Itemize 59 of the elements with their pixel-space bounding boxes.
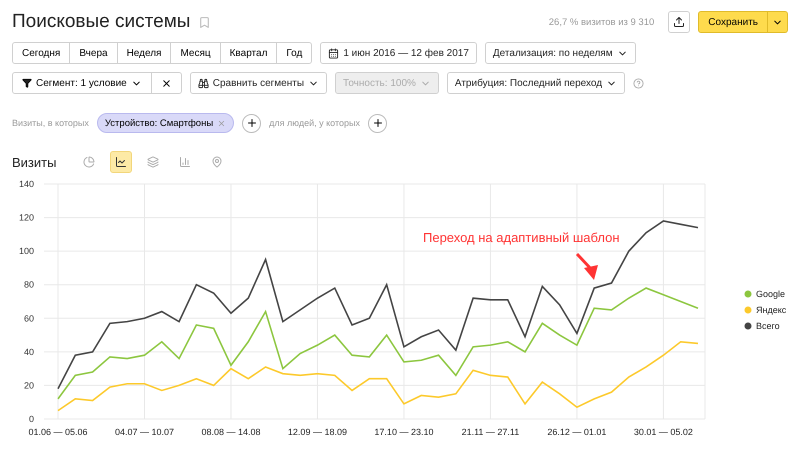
filter-icon [22, 78, 32, 88]
period-button[interactable]: Год [276, 42, 312, 64]
y-axis-label: 140 [18, 179, 34, 189]
period-button[interactable]: Неделя [116, 42, 172, 64]
export-button[interactable] [668, 11, 690, 33]
y-axis-label: 100 [18, 246, 34, 256]
compare-segments-dropdown[interactable]: Сравнить сегменты [190, 72, 328, 94]
period-button[interactable]: Квартал [220, 42, 278, 64]
map-pin-icon [211, 156, 224, 168]
chart-area-icon [147, 156, 160, 168]
x-axis-label: 21.11 — 27.11 [462, 427, 520, 437]
period-button[interactable]: Месяц [170, 42, 221, 64]
calendar-icon [328, 48, 340, 58]
x-axis-label: 30.01 — 05.02 [634, 427, 693, 437]
date-range-button[interactable]: 1 июн 2016 — 12 фев 2017 [320, 42, 477, 64]
segment-dropdown[interactable]: Сегмент: 1 условие [12, 72, 152, 94]
x-axis-label: 26.12 — 01.01 [547, 427, 606, 437]
help-icon[interactable] [633, 78, 644, 88]
y-axis-label: 60 [24, 313, 34, 324]
legend-label[interactable]: Google [756, 289, 786, 299]
x-axis-label: 08.08 — 14.08 [201, 427, 260, 437]
close-icon [217, 118, 226, 128]
visits-share-text: 26,7 % визитов из 9 310 [548, 16, 654, 28]
detail-dropdown[interactable]: Детализация: по неделям [484, 42, 636, 64]
save-button[interactable]: Сохранить [698, 11, 768, 33]
chart-type-button[interactable] [110, 151, 132, 173]
period-button[interactable]: Вчера [69, 42, 118, 64]
annotation-arrow [576, 252, 598, 280]
add-condition-button[interactable] [242, 114, 262, 132]
legend-label[interactable]: Яндекс [756, 305, 786, 315]
x-axis-label: 01.06 — 05.06 [28, 427, 88, 437]
legend-label[interactable]: Всего [756, 321, 780, 331]
y-axis-label: 120 [18, 212, 34, 223]
section-title: Визиты [12, 154, 56, 170]
attribution-dropdown[interactable]: Атрибуция: Последний переход [446, 72, 626, 94]
y-axis-label: 80 [24, 280, 34, 290]
filter-chip[interactable]: Устройство: Смартфоны [96, 113, 234, 133]
chart-pie-icon [83, 156, 96, 168]
plus-icon [246, 117, 258, 129]
chart-line-icon [115, 156, 128, 168]
upload-icon [673, 16, 686, 28]
chart-bar-icon [179, 156, 192, 168]
filter-prefix-text: Визиты, в которых [12, 118, 89, 128]
add-people-condition-button[interactable] [368, 114, 387, 132]
page-title: Поисковые системы [12, 11, 190, 33]
plus-icon [372, 117, 384, 129]
y-axis-label: 20 [24, 380, 34, 390]
people-filter-text: для людей, у которых [269, 118, 360, 128]
save-menu-button[interactable] [768, 11, 788, 33]
x-axis-label: 17.10 — 23.10 [374, 427, 434, 437]
x-axis-label: 04.07 — 10.07 [114, 427, 174, 437]
binoculars-icon [198, 78, 209, 88]
annotation-text: Переход на адаптивный шаблон [423, 230, 620, 245]
y-axis-label: 0 [28, 414, 34, 424]
close-icon [160, 78, 172, 88]
clear-segment-button[interactable] [150, 72, 182, 94]
y-axis-label: 40 [24, 346, 34, 357]
period-button[interactable]: Сегодня [12, 42, 70, 64]
x-axis-label: 12.09 — 18.09 [288, 427, 347, 437]
